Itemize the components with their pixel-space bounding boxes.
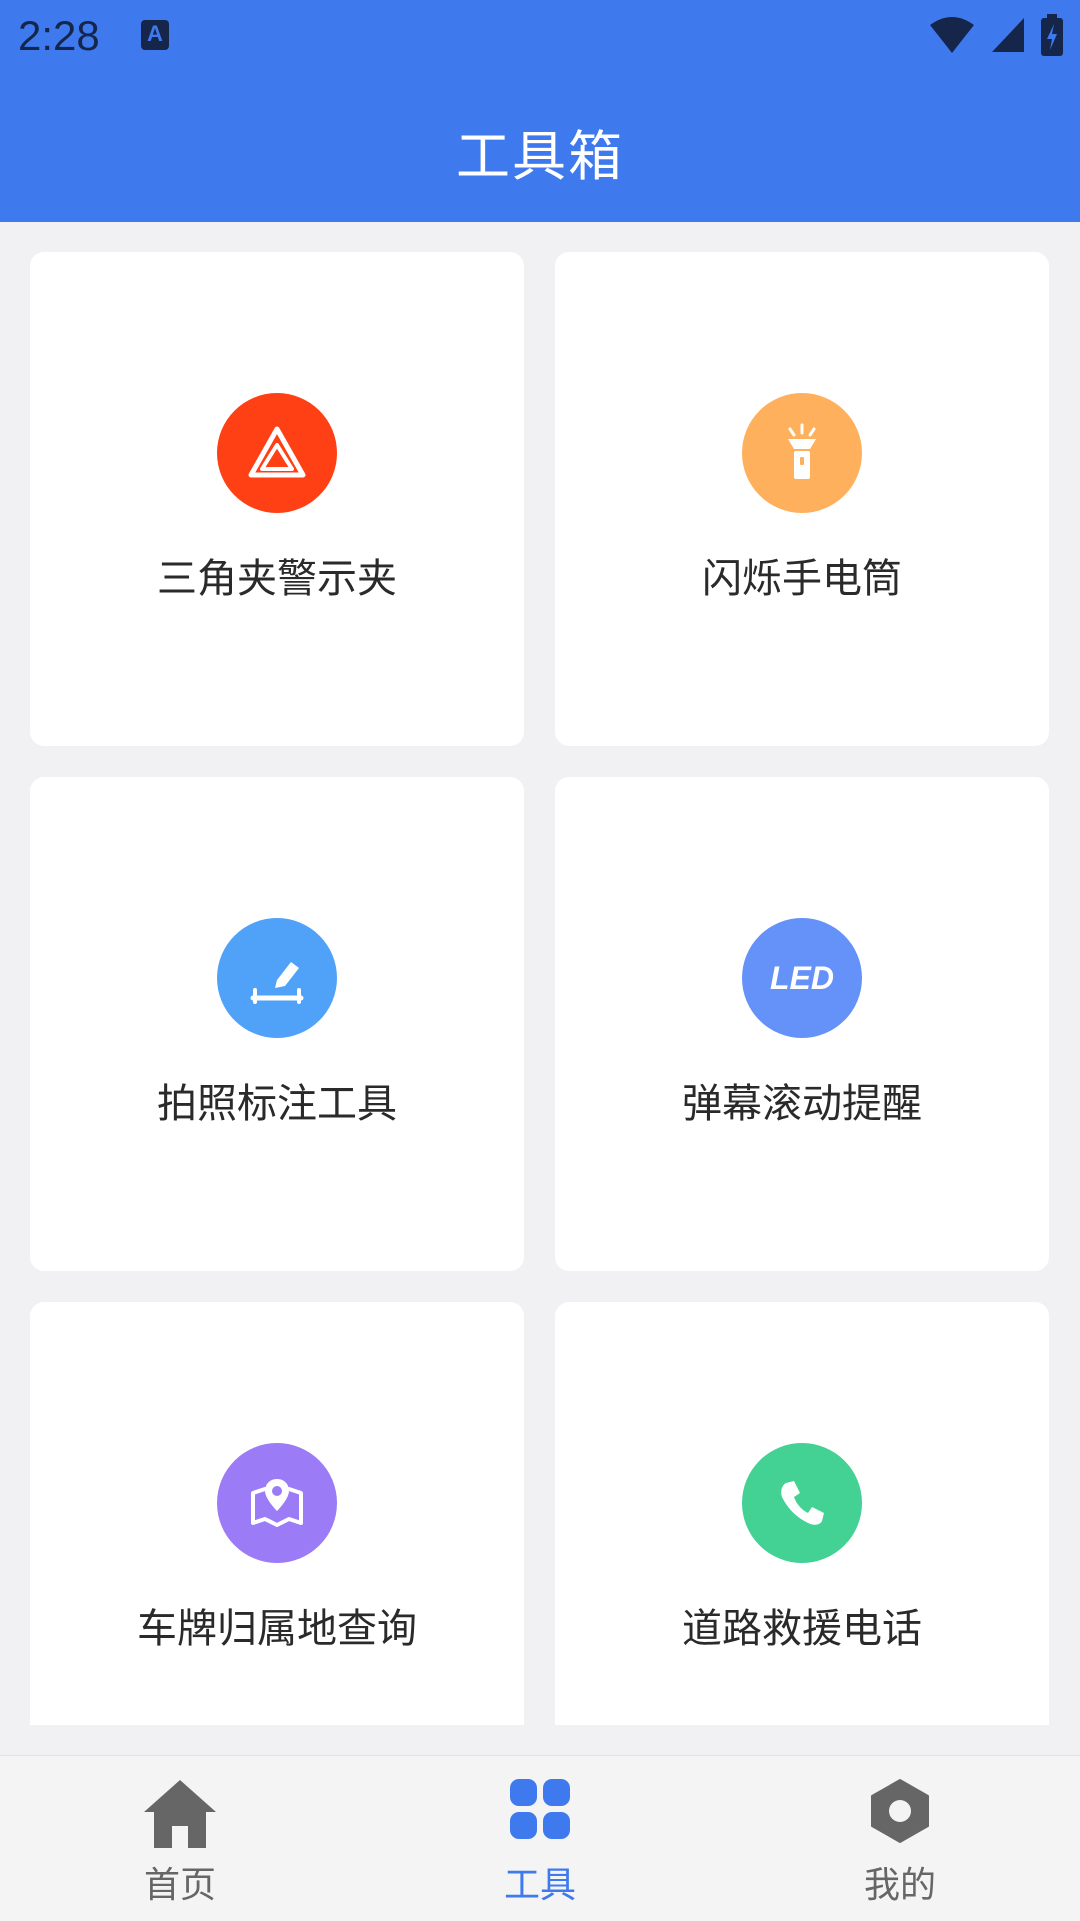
edit-annotation-icon xyxy=(250,962,304,1004)
tool-card-road-rescue[interactable]: 道路救援电话 xyxy=(555,1302,1049,1725)
nav-label-mine: 我的 xyxy=(863,1865,936,1906)
tool-card-warning-triangle[interactable]: 三角夹警示夹 xyxy=(30,252,524,746)
nav-item-home[interactable]: 首页 xyxy=(80,1756,280,1921)
tool-card-flashlight[interactable]: 闪烁手电筒 xyxy=(555,252,1049,746)
tool-label: 弹幕滚动提醒 xyxy=(682,1081,922,1127)
led-icon-circle: LED xyxy=(742,918,862,1038)
tool-label: 闪烁手电筒 xyxy=(702,556,902,602)
tool-label: 三角夹警示夹 xyxy=(157,556,397,602)
grid-icon xyxy=(510,1779,570,1839)
phone-icon-circle xyxy=(742,1443,862,1563)
app-bar: 2:28 A 工具箱 xyxy=(0,0,1080,222)
warning-triangle-icon xyxy=(248,426,306,478)
tool-label: 车牌归属地查询 xyxy=(137,1606,417,1652)
nav-label-home: 首页 xyxy=(143,1865,216,1906)
status-time: 2:28 xyxy=(18,12,100,59)
cellular-signal-icon xyxy=(992,18,1024,52)
tool-card-photo-annotation[interactable]: 拍照标注工具 xyxy=(30,777,524,1271)
tool-label: 拍照标注工具 xyxy=(157,1081,397,1127)
warning-triangle-icon-circle xyxy=(217,393,337,513)
flashlight-icon xyxy=(788,423,816,479)
status-icons xyxy=(928,14,1064,56)
nav-label-tools: 工具 xyxy=(503,1865,576,1906)
page-title: 工具箱 xyxy=(456,125,624,188)
battery-charging-icon xyxy=(1041,14,1063,56)
tool-card-led-scroll[interactable]: LED 弹幕滚动提醒 xyxy=(555,777,1049,1271)
nav-item-tools[interactable]: 工具 xyxy=(440,1756,640,1921)
phone-icon xyxy=(781,1481,824,1525)
flashlight-icon-circle xyxy=(742,393,862,513)
wifi-icon xyxy=(930,17,974,53)
notification-icon: A xyxy=(141,20,169,50)
edit-annotation-icon-circle xyxy=(217,918,337,1038)
tool-card-plate-location[interactable]: 车牌归属地查询 xyxy=(30,1302,524,1725)
map-location-icon-circle xyxy=(217,1443,337,1563)
hexagon-icon xyxy=(871,1779,929,1843)
bottom-navigation: 首页 工具 我的 xyxy=(0,1755,1080,1921)
tool-grid: 三角夹警示夹 闪烁手电筒 拍照标注工具 LED 弹幕滚动提醒 车牌归属地查询 道… xyxy=(30,252,1050,1725)
home-icon xyxy=(144,1780,216,1848)
tool-label: 道路救援电话 xyxy=(682,1606,922,1652)
map-location-icon xyxy=(251,1479,303,1527)
led-icon: LED xyxy=(770,959,834,996)
nav-item-mine[interactable]: 我的 xyxy=(800,1756,1000,1921)
